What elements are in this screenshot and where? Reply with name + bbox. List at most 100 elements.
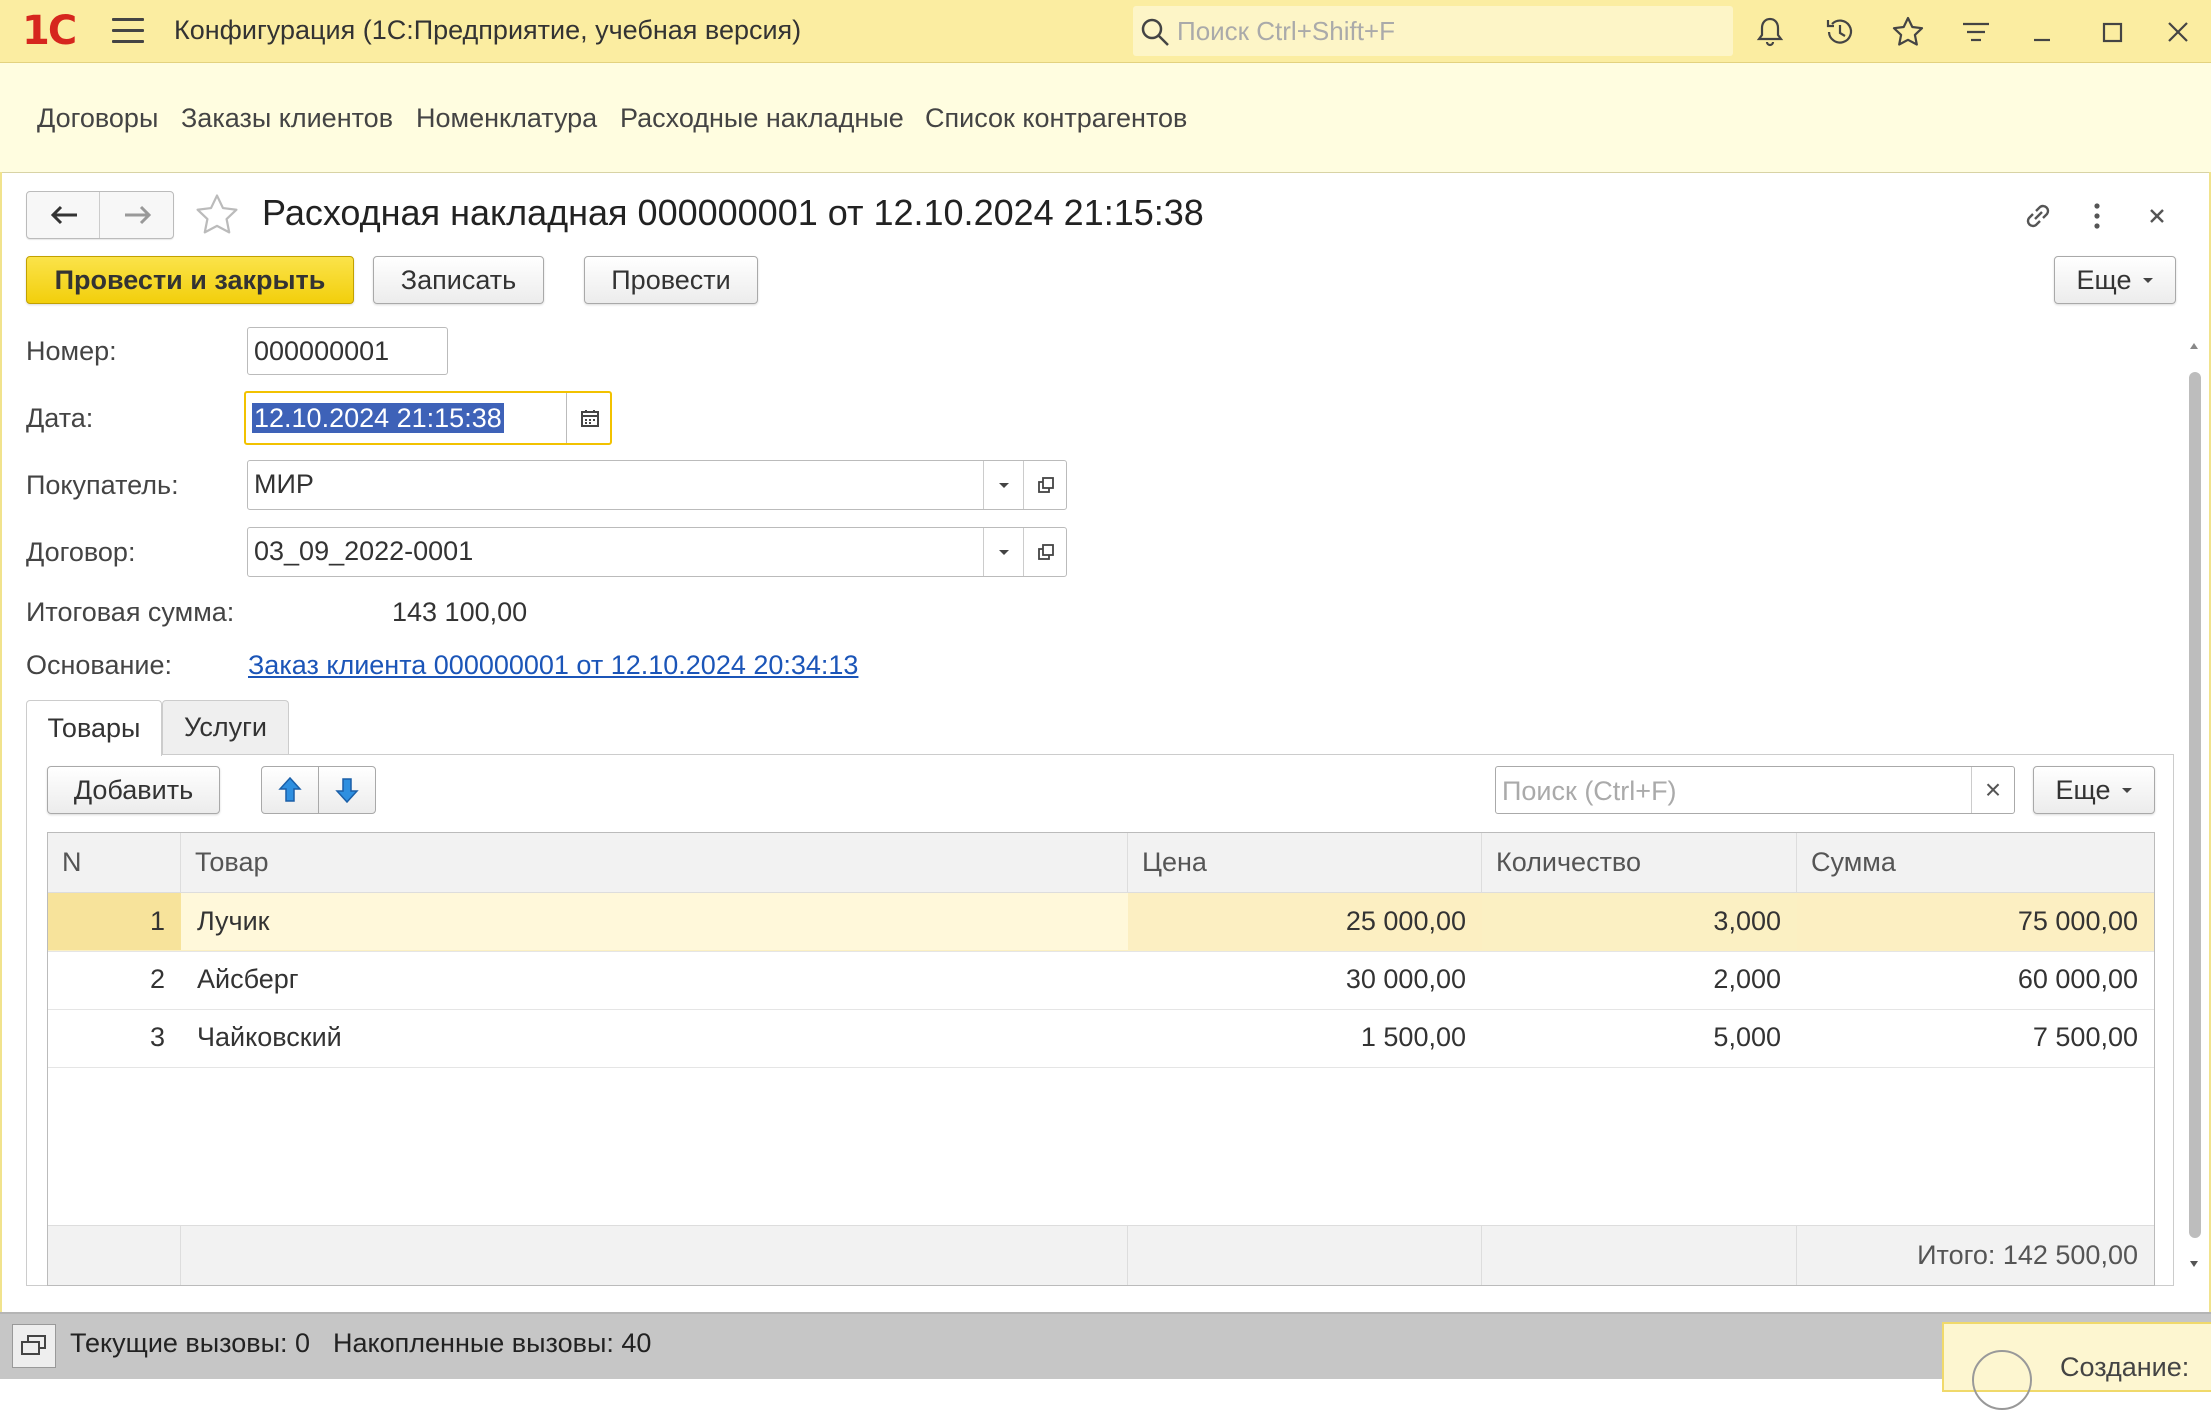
section-nomenclature[interactable]: Номенклатура <box>416 103 597 134</box>
buyer-value: МИР <box>254 469 314 499</box>
column-header-price[interactable]: Цена <box>1128 833 1482 893</box>
cell-n: 1 <box>48 893 181 950</box>
post-and-close-button[interactable]: Провести и закрыть <box>26 256 354 304</box>
app-logo: 1С <box>22 8 77 54</box>
contract-label: Договор: <box>26 537 136 567</box>
section-client-orders[interactable]: Заказы клиентов <box>181 103 393 134</box>
post-button[interactable]: Провести <box>584 256 758 304</box>
move-down-button[interactable] <box>318 766 376 814</box>
minimize-icon[interactable] <box>2024 14 2060 50</box>
favorites-star-icon[interactable] <box>1890 14 1926 50</box>
close-window-icon[interactable] <box>2160 14 2196 50</box>
contract-open-button[interactable] <box>1023 528 1067 576</box>
scroll-up-icon[interactable] <box>2187 340 2201 352</box>
scrollbar-thumb[interactable] <box>2189 372 2201 1238</box>
cell-qty: 3,000 <box>1713 906 1781 936</box>
app-title: Конфигурация (1С:Предприятие, учебная ве… <box>174 15 802 45</box>
cell-sum: 7 500,00 <box>2032 1022 2138 1052</box>
open-window-icon <box>1037 477 1054 493</box>
notification-popup[interactable]: Создание: <box>1942 1322 2211 1410</box>
column-header-item[interactable]: Товар <box>181 833 1128 893</box>
table-more-label: Еще <box>2055 774 2111 805</box>
link-icon[interactable] <box>2018 196 2058 236</box>
table-search-input[interactable] <box>1500 774 1964 808</box>
global-search-input[interactable] <box>1175 14 1719 48</box>
form-title: Расходная накладная 000000001 от 12.10.2… <box>262 192 1204 233</box>
open-window-icon <box>1037 544 1054 560</box>
add-row-button[interactable]: Добавить <box>47 766 220 814</box>
buyer-label: Покупатель: <box>26 470 179 500</box>
cell-n: 2 <box>149 964 165 994</box>
number-field[interactable]: 000000001 <box>247 327 448 375</box>
table-search[interactable]: × <box>1495 766 2015 814</box>
more-actions-icon[interactable] <box>2080 196 2114 236</box>
arrow-down-icon <box>335 778 359 804</box>
cell-item: Лучик <box>181 893 1128 950</box>
notification-icon <box>1972 1350 2032 1410</box>
cell-price: 25 000,00 <box>1128 893 1482 950</box>
cell-item: Чайковский <box>197 1022 342 1052</box>
cell-price: 1 500,00 <box>1360 1022 1466 1052</box>
footer-cell <box>1482 1225 1797 1285</box>
dropdown-arrow-icon <box>999 549 1009 555</box>
tab-goods[interactable]: Товары <box>26 700 162 756</box>
performance-monitor-icon[interactable] <box>12 1324 56 1368</box>
column-header-n[interactable]: N <box>48 833 181 893</box>
tab-services[interactable]: Услуги <box>162 700 289 754</box>
search-icon <box>1141 18 1169 46</box>
section-counterparties[interactable]: Список контрагентов <box>925 103 1187 134</box>
section-invoices[interactable]: Расходные накладные <box>620 103 904 134</box>
frame-border-left <box>0 172 2 1312</box>
buyer-dropdown-button[interactable] <box>983 461 1024 509</box>
column-header-sum[interactable]: Сумма <box>1797 833 2154 893</box>
save-button[interactable]: Записать <box>373 256 544 304</box>
navigation-buttons <box>26 191 174 239</box>
section-contracts[interactable]: Договоры <box>37 103 158 134</box>
contract-field[interactable]: 03_09_2022-0001 <box>247 527 1067 577</box>
footer-total: Итого: 142 500,00 <box>1797 1225 2154 1285</box>
total-value: 143 100,00 <box>392 597 528 627</box>
cell-qty: 5,000 <box>1713 1022 1781 1052</box>
accumulated-calls: Накопленные вызовы: 40 <box>333 1328 652 1358</box>
back-arrow-icon[interactable] <box>47 203 81 227</box>
move-up-button[interactable] <box>261 766 319 814</box>
scroll-down-icon[interactable] <box>2187 1258 2201 1270</box>
cell-qty: 2,000 <box>1713 964 1781 994</box>
status-bar: Текущие вызовы: 0 Накопленные вызовы: 40 <box>0 1312 2211 1379</box>
close-form-icon[interactable] <box>2140 196 2174 236</box>
cell-sum: 75 000,00 <box>1797 893 2154 950</box>
history-icon[interactable] <box>1822 14 1858 50</box>
current-calls: Текущие вызовы: 0 <box>70 1328 311 1358</box>
date-value: 12.10.2024 21:15:38 <box>252 403 504 433</box>
bell-icon[interactable] <box>1752 14 1788 50</box>
date-field[interactable]: 12.10.2024 21:15:38 <box>244 391 612 445</box>
add-to-favorites-star-icon[interactable] <box>192 190 242 240</box>
dropdown-arrow-icon <box>2122 787 2133 793</box>
cell-sum: 60 000,00 <box>2017 964 2138 994</box>
cell-item: Айсберг <box>197 964 299 994</box>
buyer-open-button[interactable] <box>1023 461 1067 509</box>
goods-table: N Товар Цена Количество Сумма 1 Лучик 25… <box>47 832 2155 1286</box>
table-row[interactable]: 3 Чайковский 1 500,00 5,000 7 500,00 <box>48 1009 2154 1068</box>
footer-cell <box>181 1225 1128 1285</box>
global-search[interactable] <box>1133 6 1733 56</box>
date-label: Дата: <box>26 403 94 433</box>
calendar-button[interactable] <box>566 393 613 443</box>
main-menu-icon[interactable] <box>112 18 144 44</box>
table-row[interactable]: 2 Айсберг 30 000,00 2,000 60 000,00 <box>48 951 2154 1010</box>
functions-menu-icon[interactable] <box>1958 14 1994 50</box>
maximize-icon[interactable] <box>2094 14 2130 50</box>
forward-arrow-icon[interactable] <box>121 203 155 227</box>
more-button[interactable]: Еще <box>2054 256 2176 304</box>
contract-dropdown-button[interactable] <box>983 528 1024 576</box>
basis-link[interactable]: Заказ клиента 000000001 от 12.10.2024 20… <box>248 650 858 681</box>
number-label: Номер: <box>26 336 117 366</box>
column-header-qty[interactable]: Количество <box>1482 833 1797 893</box>
cell-n: 3 <box>149 1022 165 1052</box>
buyer-field[interactable]: МИР <box>247 460 1067 510</box>
table-row[interactable]: 1 Лучик 25 000,00 3,000 75 000,00 <box>48 893 2154 952</box>
table-more-button[interactable]: Еще <box>2033 766 2155 814</box>
dropdown-arrow-icon <box>999 482 1009 488</box>
title-bar: 1С Конфигурация (1С:Предприятие, учебная… <box>0 0 2211 63</box>
clear-search-icon[interactable]: × <box>1971 767 2014 813</box>
